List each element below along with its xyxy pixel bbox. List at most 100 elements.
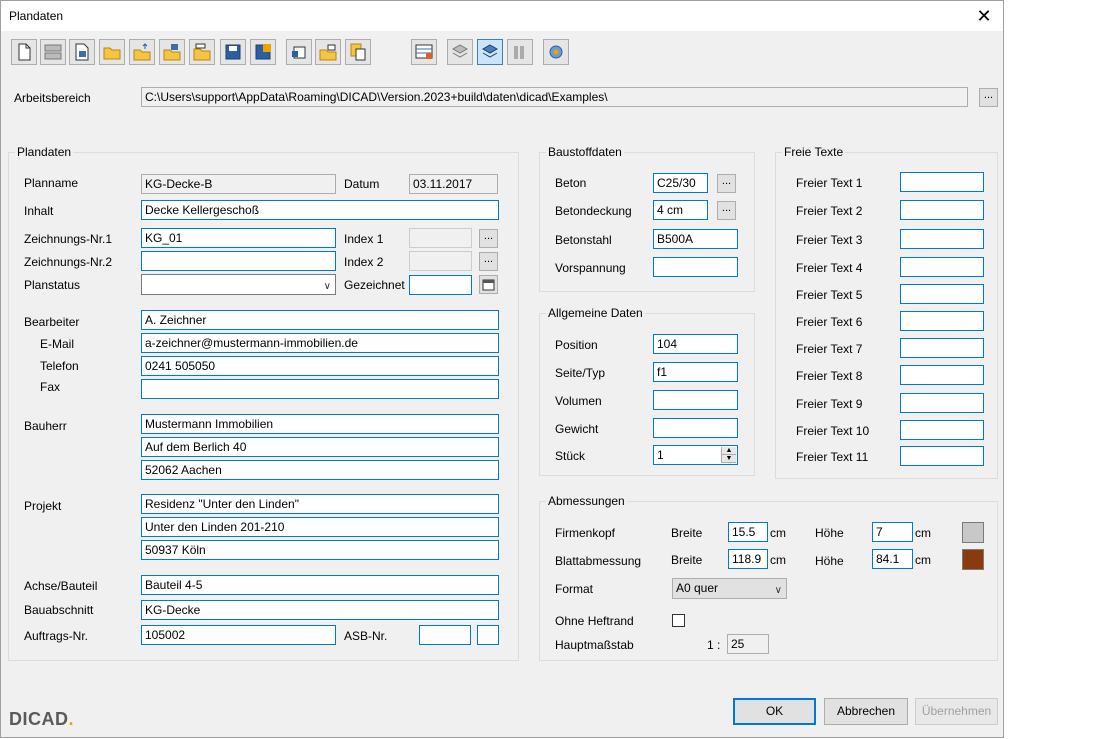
email-field[interactable]: a-zeichner@mustermann-immobilien.de [141,333,499,353]
firmenkopf-hoehe-field[interactable]: 7 [872,522,913,542]
betonstahl-field[interactable]: B500A [653,229,738,249]
ok-button[interactable]: OK [733,698,816,725]
bauabschnitt-field[interactable]: KG-Decke [141,600,499,620]
firmenkopf-color-swatch[interactable] [962,522,984,543]
fax-label: Fax [40,380,61,394]
freier-text-6-field[interactable] [900,311,984,331]
position-field[interactable]: 104 [653,334,738,354]
freier-text-5-field[interactable] [900,284,984,304]
planname-field[interactable]: KG-Decke-B [141,174,336,194]
spin-up-icon[interactable]: ▲ [722,447,736,455]
index1-field[interactable] [409,228,472,248]
calendar-button[interactable] [479,275,498,294]
hauptmassstab-field[interactable]: 25 [727,634,769,654]
spin-down-icon[interactable]: ▼ [722,455,736,463]
freier-text-8-field[interactable] [900,365,984,385]
freier-text-1-field[interactable] [900,172,984,192]
dicad-logo: DICAD. [9,709,74,730]
inhalt-field[interactable]: Decke Kellergeschoß [141,200,499,220]
freier-text-2-field[interactable] [900,200,984,220]
bauherr-line-1[interactable]: Mustermann Immobilien [141,414,499,434]
save-as-button[interactable] [250,39,276,65]
freier-text-7-field[interactable] [900,338,984,358]
document-button[interactable] [69,39,95,65]
asb-nr-suffix-field[interactable] [477,625,499,645]
blatt-breite-label: Breite [671,553,703,567]
gewicht-field[interactable] [653,418,738,438]
abmessungen-group-title: Abmessungen [546,494,627,508]
blatt-hoehe-field[interactable]: 84.1 [872,549,913,569]
ohne-heftrand-checkbox[interactable] [672,614,685,627]
freier-text-3-field[interactable] [900,229,984,249]
stack-button[interactable] [447,39,473,65]
cancel-button[interactable]: Abbrechen [824,698,908,725]
bauherr-line-2[interactable]: Auf dem Berlich 40 [141,437,499,457]
datum-label: Datum [344,177,380,191]
achse-field[interactable]: Bauteil 4-5 [141,575,499,595]
open-folder-multi-button[interactable] [159,39,185,65]
gezeichnet-field[interactable] [409,275,472,295]
layout-icon [44,44,62,60]
position-label: Position [555,338,598,352]
beton-field[interactable]: C25/30 [653,173,708,193]
blatt-color-swatch[interactable] [962,549,984,570]
seite-typ-field[interactable]: f1 [653,362,738,382]
open-folder-up-button[interactable] [129,39,155,65]
zeichnungs-nr2-field[interactable] [141,251,336,271]
layout-button[interactable] [40,39,66,65]
volumen-field[interactable] [653,390,738,410]
projekt-line-3[interactable]: 50937 Köln [141,540,499,560]
blatt-breite-field[interactable]: 118.9 [728,549,768,569]
copy-button[interactable] [345,39,371,65]
freier-text-9-field[interactable] [900,393,984,413]
firmenkopf-breite-field[interactable]: 15.5 [728,522,768,542]
zeichnungs-nr2-label: Zeichnungs-Nr.2 [24,255,113,269]
zeichnungs-nr1-field[interactable]: KG_01 [141,228,336,248]
stueck-spinner[interactable]: 1 ▲ ▼ [653,445,738,465]
bearbeiter-field[interactable]: A. Zeichner [141,310,499,330]
spin-buttons[interactable]: ▲ ▼ [721,447,736,463]
vorspannung-field[interactable] [653,257,738,277]
projekt-line-2[interactable]: Unter den Linden 201-210 [141,517,499,537]
freier-text-10-field[interactable] [900,420,984,440]
asb-nr-field[interactable] [419,625,471,645]
close-icon[interactable]: ✕ [971,4,997,28]
import-folder-button[interactable] [315,39,341,65]
projekt-line-1[interactable]: Residenz "Unter den Linden" [141,494,499,514]
bearbeiter-label: Bearbeiter [24,315,80,329]
columns-icon [514,46,524,59]
freier-text-4-field[interactable] [900,257,984,277]
open-folder-button[interactable] [99,39,125,65]
arbeitsbereich-path-field[interactable]: C:\Users\support\AppData\Roaming\DICAD\V… [141,87,968,107]
apply-button[interactable]: Übernehmen [915,698,998,725]
arbeitsbereich-browse-button[interactable]: ... [979,88,998,107]
datum-field[interactable]: 03.11.2017 [409,174,498,194]
betondeckung-field[interactable]: 4 cm [653,200,708,220]
freier-text-11-label: Freier Text 11 [796,450,869,464]
hauptmassstab-prefix: 1 : [707,638,721,652]
fax-field[interactable] [141,379,499,399]
telefon-field[interactable]: 0241 505050 [141,356,499,376]
columns-button[interactable] [507,39,533,65]
save-button[interactable] [220,39,246,65]
index2-browse-button[interactable]: ... [479,252,498,271]
auftrags-nr-field[interactable]: 105002 [141,625,336,645]
new-button[interactable] [11,39,37,65]
table-edit-button[interactable] [411,39,437,65]
beton-browse-button[interactable]: ... [717,174,736,193]
view-button[interactable] [477,39,503,65]
blatt-hoehe-unit: cm [915,553,931,567]
inhalt-label: Inhalt [24,204,54,218]
freier-text-11-field[interactable] [900,446,984,466]
freier-text-10-label: Freier Text 10 [796,424,870,438]
settings-icon [549,45,563,59]
settings-button[interactable] [543,39,569,65]
bauherr-line-3[interactable]: 52062 Aachen [141,460,499,480]
open-folder-arrow-button[interactable] [189,39,215,65]
export-button[interactable] [286,39,312,65]
planstatus-select[interactable]: ∨ [141,274,336,295]
betondeckung-browse-button[interactable]: ... [717,201,736,220]
format-select[interactable]: A0 quer ∨ [672,578,787,599]
index1-browse-button[interactable]: ... [479,229,498,248]
index2-field[interactable] [409,251,472,271]
